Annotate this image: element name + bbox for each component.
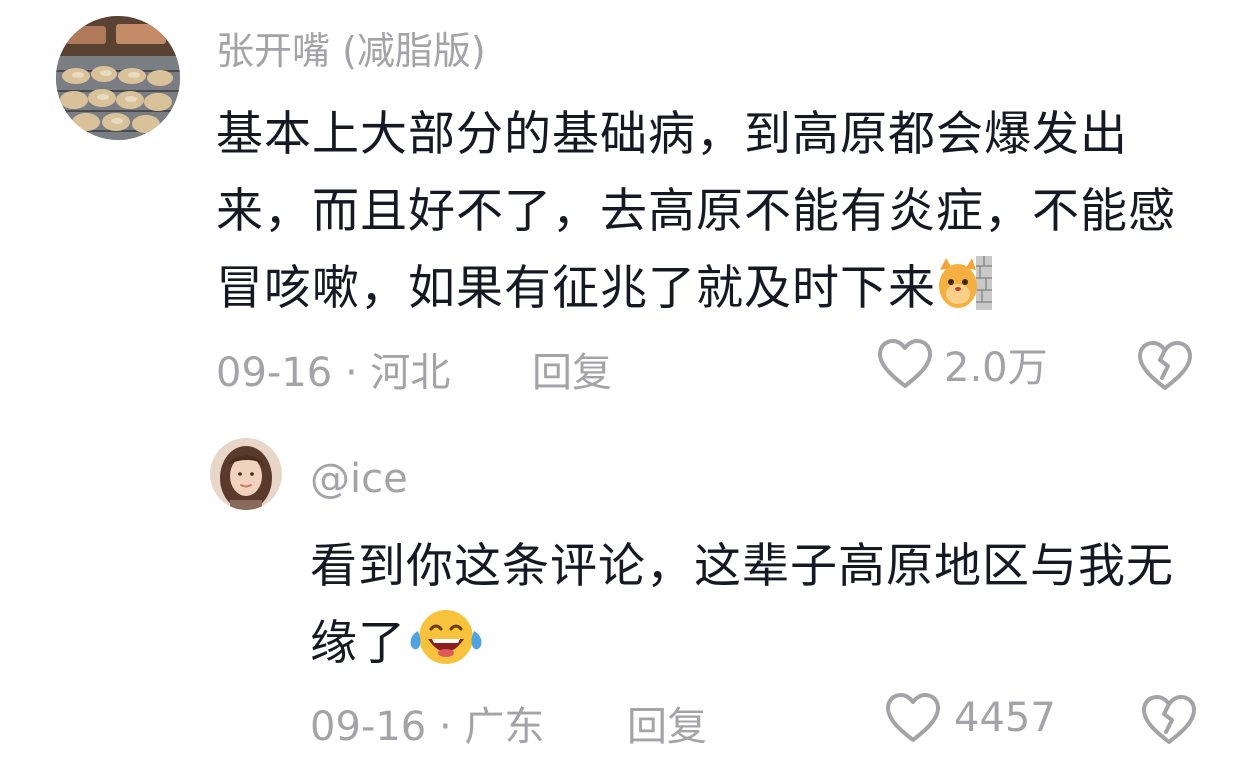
comment-date-location: 09-16 · 河北 — [216, 350, 451, 396]
like-button[interactable]: 2.0万 — [876, 336, 1048, 392]
tears-of-joy-emoji — [406, 605, 486, 690]
reply-button[interactable]: 回复 — [627, 694, 707, 752]
cat-peeking-wall-emoji — [936, 254, 994, 335]
reply-button[interactable]: 回复 — [532, 340, 612, 398]
oysters-photo — [56, 16, 180, 140]
heart-outline-icon — [886, 693, 940, 742]
username[interactable]: 张开嘴 (减脂版) — [216, 20, 486, 75]
user-avatar[interactable] — [56, 16, 180, 140]
comment-date-location: 09-16 · 广东 — [310, 704, 545, 750]
like-count: 2.0万 — [944, 345, 1048, 391]
comment-text-body: 基本上大部分的基础病，到高原都会爆发出来，而且好不了，去高原不能有炎症，不能感冒… — [216, 107, 1176, 316]
woman-portrait — [210, 438, 282, 510]
like-count: 4457 — [954, 695, 1056, 741]
dislike-button[interactable] — [1136, 336, 1194, 396]
user-avatar[interactable] — [210, 438, 282, 510]
comment-text: 基本上大部分的基础病，到高原都会爆发出来，而且好不了，去高原不能有炎症，不能感冒… — [216, 96, 1216, 335]
comment-text: 看到你这条评论，这辈子高原地区与我无缘了 — [310, 528, 1210, 690]
broken-heart-icon — [1138, 341, 1192, 390]
like-button[interactable]: 4457 — [884, 690, 1056, 746]
dislike-button[interactable] — [1140, 690, 1198, 750]
broken-heart-icon — [1142, 695, 1196, 744]
username[interactable]: @ice — [310, 456, 408, 502]
heart-outline-icon — [878, 339, 932, 388]
